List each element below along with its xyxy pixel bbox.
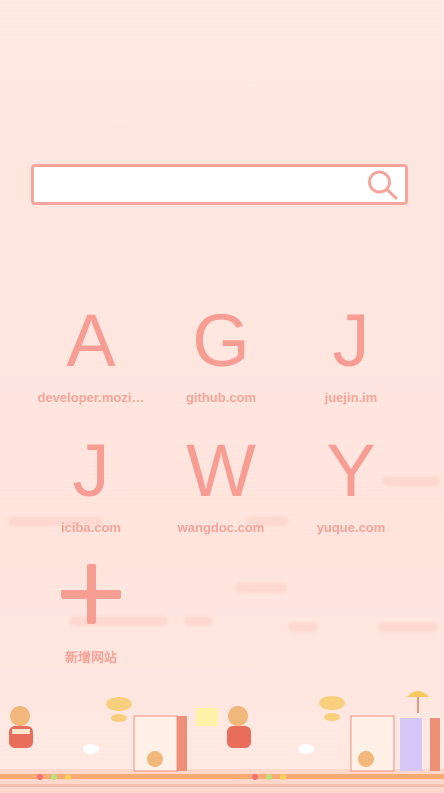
cat-illustration (83, 744, 314, 754)
cloud-decoration (184, 616, 212, 626)
site-label: juejin.im (324, 390, 378, 405)
girl-illustration-left (9, 706, 33, 748)
site-tile-iciba[interactable]: J iciba.com (31, 434, 151, 554)
house-illustration (133, 708, 440, 772)
search-box (31, 164, 408, 205)
add-site-button[interactable]: 新增网站 (31, 564, 151, 684)
cloud-decoration (288, 622, 318, 632)
site-letter: J (72, 429, 110, 512)
site-letter: W (186, 429, 256, 512)
site-tile-wangdoc[interactable]: W wangdoc.com (161, 434, 281, 554)
search-input[interactable] (34, 167, 384, 202)
flower-illustration (37, 774, 286, 780)
site-label: yuque.com (316, 520, 386, 535)
site-letter: A (66, 299, 116, 382)
site-tile-github[interactable]: G github.com (161, 304, 281, 424)
site-label: developer.mozi… (37, 390, 145, 405)
site-tile-yuque[interactable]: Y yuque.com (291, 434, 411, 554)
site-tile-developer-mozilla[interactable]: A developer.mozi… (31, 304, 151, 424)
add-site-label: 新增网站 (64, 650, 117, 665)
site-label: iciba.com (61, 520, 121, 535)
site-letter: J (332, 299, 370, 382)
site-letter: G (192, 299, 250, 382)
cloud-decoration (378, 622, 438, 632)
umbrella-illustration (407, 691, 429, 713)
site-label: wangdoc.com (177, 520, 265, 535)
girl-illustration-right (147, 706, 374, 767)
search-icon (368, 170, 398, 200)
cloud-illustration (106, 696, 345, 722)
search-button[interactable] (366, 169, 399, 200)
new-tab-page: A developer.mozi… G github.com J juejin.… (0, 0, 444, 793)
site-letter: Y (326, 429, 376, 512)
cloud-decoration (235, 583, 287, 593)
site-tile-juejin[interactable]: J juejin.im (291, 304, 411, 424)
plus-icon (61, 564, 121, 624)
bottom-scene-illustration (0, 691, 444, 793)
site-label: github.com (185, 390, 257, 405)
